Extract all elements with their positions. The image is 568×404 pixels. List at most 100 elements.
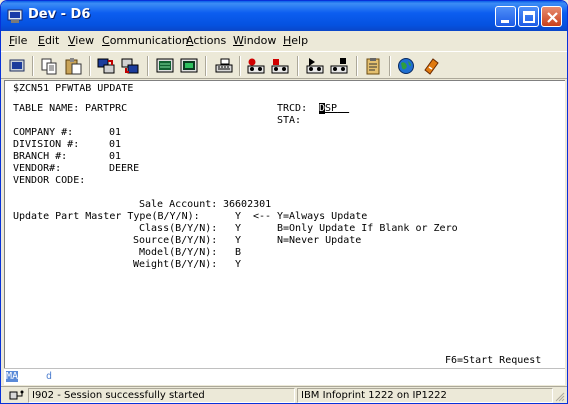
oia-ma-indicator: MA — [6, 371, 19, 382]
help-icon — [424, 58, 439, 75]
menu-window[interactable]: Window — [233, 34, 276, 47]
clipboard-button[interactable] — [362, 55, 384, 77]
menu-communication-label: ommunication — [109, 34, 189, 47]
toolbar-separator — [32, 56, 34, 76]
macro-setup-button[interactable] — [213, 55, 235, 77]
help-button[interactable] — [420, 55, 442, 77]
vendor-value: DEERE — [109, 163, 140, 174]
menu-help[interactable]: Help — [283, 34, 308, 47]
menu-window-accel: W — [233, 34, 244, 47]
title-bar[interactable]: Dev - D6 — [1, 1, 567, 31]
trcd-field[interactable]: DSP — [319, 103, 349, 115]
macro-setup-icon — [215, 58, 233, 73]
play-macro-button[interactable] — [304, 55, 326, 77]
record-macro-button[interactable] — [245, 55, 267, 77]
menu-edit[interactable]: Edit — [38, 34, 59, 47]
table-name-label: TABLE NAME: — [13, 103, 80, 114]
status-bar: I902 - Session successfully started IBM … — [1, 386, 567, 403]
menu-view[interactable]: View — [68, 34, 94, 47]
table-name-value: PARTPRC — [85, 103, 128, 114]
maximize-icon — [523, 11, 535, 23]
menu-file-label: ile — [14, 34, 28, 47]
trcd-value: SP — [325, 103, 338, 114]
company-label: COMPANY #: — [13, 127, 74, 138]
window-title: Dev - D6 — [28, 7, 91, 22]
clipboard-icon — [366, 58, 380, 75]
operator-info-area: MA d — [4, 368, 565, 385]
record-macro-icon — [247, 58, 265, 74]
menu-bar: File Edit View Communication Actions Win… — [1, 31, 567, 51]
oia-status-indicator: d — [46, 371, 53, 382]
play-macro-step-icon — [330, 58, 348, 74]
weight-label: Weight(B/Y/N): — [133, 259, 218, 270]
vendor-label: VENDOR#: — [13, 163, 62, 174]
toolbar — [1, 51, 567, 79]
update-type-label: Update Part Master Type(B/Y/N): — [13, 211, 200, 222]
copy-icon — [41, 58, 57, 75]
keyboard-setup-button[interactable] — [178, 55, 200, 77]
session-connected-icon — [9, 390, 24, 400]
source-field[interactable]: Y — [235, 235, 241, 247]
print-screen-icon — [9, 59, 25, 72]
toolbar-separator — [239, 56, 241, 76]
status-message: I902 - Session successfully started — [28, 388, 295, 403]
trcd-label: TRCD: — [277, 103, 308, 114]
sale-account-label: Sale Account: — [139, 199, 218, 210]
company-value: 01 — [109, 127, 122, 138]
toolbar-separator — [297, 56, 299, 76]
minimize-icon — [501, 20, 509, 23]
menu-view-label: iew — [75, 34, 95, 47]
resize-grip-icon[interactable] — [554, 391, 565, 402]
class-label: Class(B/Y/N): — [139, 223, 218, 234]
toolbar-separator — [389, 56, 391, 76]
stop-macro-button[interactable] — [269, 55, 291, 77]
legend-blank-zero: B=Only Update If Blank or Zero — [277, 223, 458, 234]
toolbar-separator — [89, 56, 91, 76]
maximize-button[interactable] — [518, 6, 539, 27]
menu-communication[interactable]: Communication — [102, 34, 189, 47]
close-button[interactable] — [541, 6, 562, 27]
toolbar-separator — [147, 56, 149, 76]
receive-file-icon — [121, 58, 139, 74]
weight-field[interactable]: Y — [235, 259, 241, 271]
branch-label: BRANCH #: — [13, 151, 68, 162]
menu-file[interactable]: File — [9, 34, 27, 47]
menu-actions[interactable]: Actions — [186, 34, 226, 47]
source-label: Source(B/Y/N): — [133, 235, 218, 246]
receive-file-button[interactable] — [119, 55, 141, 77]
send-file-icon — [97, 58, 115, 74]
update-type-field[interactable]: Y — [235, 211, 241, 223]
menu-actions-label: ctions — [193, 34, 227, 47]
paste-button[interactable] — [62, 55, 84, 77]
screen-header: $ZCN51 PFWTAB UPDATE — [13, 83, 134, 94]
send-file-button[interactable] — [95, 55, 117, 77]
web-icon — [398, 58, 414, 74]
class-field[interactable]: Y — [235, 223, 241, 235]
display-setup-icon — [156, 58, 174, 73]
menu-communication-accel: C — [102, 34, 110, 47]
toolbar-separator — [356, 56, 358, 76]
display-setup-button[interactable] — [154, 55, 176, 77]
legend-always: Y=Always Update — [277, 211, 368, 222]
emulator-app-icon — [7, 9, 23, 23]
menu-edit-label: dit — [44, 34, 60, 47]
menu-edit-accel: E — [38, 34, 45, 47]
toolbar-separator — [205, 56, 207, 76]
menu-window-label: indow — [243, 34, 277, 47]
printer-status: IBM Infoprint 1222 on IP1222 — [297, 388, 553, 403]
minimize-button[interactable] — [495, 6, 516, 27]
legend-never: N=Never Update — [277, 235, 362, 246]
print-screen-button[interactable] — [6, 55, 28, 77]
model-field[interactable]: B — [235, 247, 241, 259]
keyboard-setup-icon — [180, 58, 198, 73]
web-button[interactable] — [395, 55, 417, 77]
sale-account-value: 36602301 — [223, 199, 272, 210]
branch-value: 01 — [109, 151, 122, 162]
f6-hint: F6=Start Request — [445, 355, 542, 366]
copy-button[interactable] — [38, 55, 60, 77]
terminal-screen[interactable]: $ZCN51 PFWTAB UPDATE TABLE NAME: PARTPRC… — [4, 80, 565, 368]
close-icon — [547, 12, 558, 23]
play-macro-step-button[interactable] — [328, 55, 350, 77]
legend-arrow: <-- — [253, 211, 272, 222]
division-label: DIVISION #: — [13, 139, 80, 150]
